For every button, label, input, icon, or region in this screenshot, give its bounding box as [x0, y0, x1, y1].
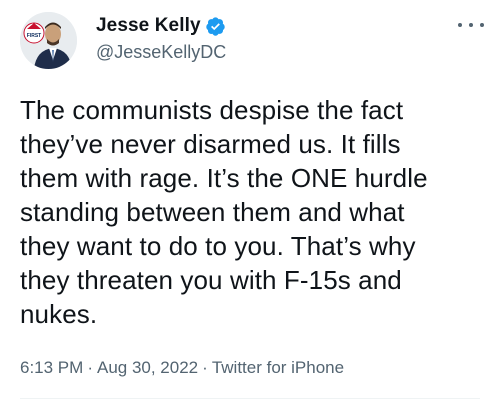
svg-text:FIRST: FIRST [27, 33, 41, 39]
avatar-logo: FIRST [23, 22, 45, 44]
tweet-date[interactable]: Aug 30, 2022 [97, 358, 198, 377]
user-handle[interactable]: @JesseKellyDC [96, 42, 226, 63]
tweet-source[interactable]: Twitter for iPhone [212, 358, 344, 377]
more-dot [458, 23, 462, 27]
more-options-icon[interactable] [458, 16, 484, 34]
tweet-time[interactable]: 6:13 PM [20, 358, 83, 377]
more-dot [469, 23, 473, 27]
tweet-card: FIRST Jesse Kelly @JesseKellyDC The comm… [0, 0, 500, 403]
more-dot [480, 23, 484, 27]
meta-separator: · [202, 358, 208, 377]
meta-separator: · [87, 358, 93, 377]
verified-badge-icon [205, 16, 226, 37]
tweet-metadata: 6:13 PM · Aug 30, 2022 · Twitter for iPhone [20, 358, 344, 378]
author-info: Jesse Kelly @JesseKellyDC [96, 13, 226, 63]
display-name[interactable]: Jesse Kelly [96, 15, 201, 37]
tweet-text: The communists despise the fact they’ve … [20, 95, 428, 329]
avatar-image: FIRST [20, 12, 77, 69]
divider [20, 398, 480, 399]
display-name-row: Jesse Kelly [96, 13, 226, 39]
avatar[interactable]: FIRST [20, 12, 77, 69]
